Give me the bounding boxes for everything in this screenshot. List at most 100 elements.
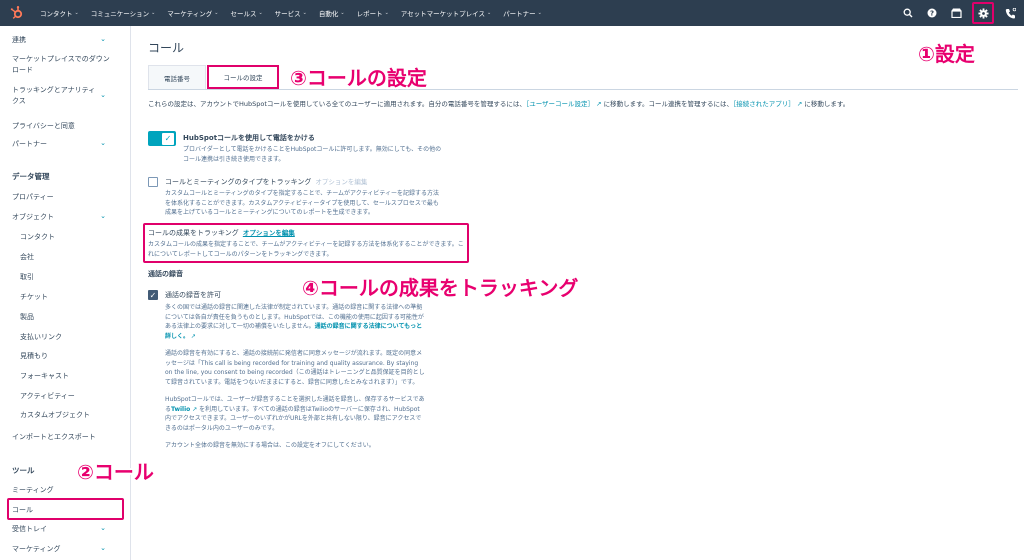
hubspot-logo-icon[interactable] — [0, 0, 34, 26]
sidebar-item-payment-links[interactable]: 支払いリンク — [20, 332, 62, 343]
calling-icon[interactable] — [1002, 5, 1018, 21]
annotation-calling-settings: ③コールの設定 — [290, 66, 427, 90]
sidebar-item-properties[interactable]: プロパティー — [12, 192, 54, 203]
sidebar-item-objects[interactable]: オブジェクト — [12, 212, 54, 223]
nav-sales[interactable]: セールス ⌄ — [224, 0, 268, 26]
description-text: これらの設定は、アカウントでHubSpotコールを使用している全てのユーザーに適… — [148, 100, 526, 108]
setting-subtitle: カスタムコールの成果を指定することで、チームがアクティビティーを記録する方法を体… — [148, 241, 464, 258]
external-link-icon: ↗ — [594, 100, 604, 108]
settings-icon[interactable] — [972, 2, 994, 24]
external-link-icon: ↗ — [190, 405, 200, 413]
chevron-down-icon[interactable]: ⌄ — [100, 212, 106, 220]
sidebar-item-meetings[interactable]: ミーティング — [12, 485, 54, 496]
connected-apps-link[interactable]: ［接続されたアプリ］ — [733, 100, 795, 108]
sidebar-item-quotes[interactable]: 見積もり — [20, 351, 48, 362]
chevron-down-icon: ⌄ — [340, 10, 345, 16]
setting-allow-recording: 通話の録音を許可 多くの国では通話の録音に関連した法律が制定されています。通話の… — [165, 290, 425, 451]
sidebar-item-integrations[interactable]: 連携 — [12, 35, 26, 46]
tools-heading: ツール — [12, 466, 35, 475]
nav-label: コミュニケーション — [90, 10, 150, 18]
nav-label: コンタクト — [40, 10, 73, 18]
tab-calling-settings[interactable]: コールの設定 — [207, 65, 279, 89]
nav-label: 自動化 — [318, 10, 339, 18]
hubspot-calling-toggle[interactable]: ✓ — [148, 131, 176, 146]
svg-text:?: ? — [930, 10, 934, 18]
sidebar-item-products[interactable]: 製品 — [20, 312, 34, 323]
nav-contacts[interactable]: コンタクト ⌄ — [34, 0, 85, 26]
disable-recording-text: アカウント全体の録音を無効にする場合は、この設定をオフにしてください。 — [165, 442, 375, 449]
nav-label: セールス — [230, 10, 257, 18]
nav-service[interactable]: サービス ⌄ — [269, 0, 313, 26]
calling-highlight-box — [7, 498, 124, 520]
marketplace-icon[interactable] — [948, 5, 964, 21]
sidebar-item-label: プライバシーと同意 — [12, 122, 75, 130]
nav-conversations[interactable]: コミュニケーション ⌄ — [85, 0, 162, 26]
chevron-down-icon[interactable]: ⌄ — [100, 35, 106, 43]
sidebar-item-activities[interactable]: アクティビティー — [20, 391, 75, 402]
top-nav: コンタクト ⌄ コミュニケーション ⌄ マーケティング ⌄ セールス ⌄ サービス ⌄ 自… — [0, 0, 1024, 26]
data-management-heading: データ管理 — [12, 172, 50, 181]
nav-label: マーケティング — [167, 10, 213, 18]
chevron-down-icon[interactable]: ⌄ — [100, 544, 106, 552]
sidebar-item-deals[interactable]: 取引 — [20, 272, 34, 283]
sidebar-item-label: トラッキングとアナリティクス — [12, 86, 96, 105]
sidebar-item-label: マーケットプレイスでのダウンロード — [12, 55, 110, 74]
annotation-calling: ②コール — [77, 460, 154, 484]
sidebar-item-forecast[interactable]: フォーキャスト — [20, 371, 69, 382]
nav-automation[interactable]: 自動化 ⌄ — [313, 0, 351, 26]
section-heading: 通話の録音 — [148, 270, 183, 278]
chevron-down-icon[interactable]: ⌄ — [100, 139, 106, 147]
call-meeting-type-checkbox[interactable] — [148, 177, 158, 187]
allow-recording-checkbox[interactable]: ✓ — [148, 290, 158, 300]
setting-hubspot-calling: HubSpotコールを使用して電話をかける プロバイダーとして電話をかけることを… — [183, 133, 443, 164]
annotation-call-outcomes: ④コールの成果をトラッキング — [302, 276, 579, 300]
search-icon[interactable] — [900, 5, 916, 21]
nav-label: パートナー — [503, 10, 536, 18]
chevron-down-icon: ⌄ — [258, 10, 263, 16]
nav-asset-marketplace[interactable]: アセットマーケットプレイス ⌄ — [395, 0, 497, 26]
twilio-link[interactable]: Twilio — [171, 406, 190, 413]
recording-section-heading: 通話の録音 — [148, 269, 183, 279]
sidebar-item-marketing[interactable]: マーケティング — [12, 544, 60, 555]
chevron-down-icon[interactable]: ⌄ — [100, 524, 106, 532]
external-link-icon: ↗ — [794, 100, 805, 108]
sidebar-item-tickets[interactable]: チケット — [20, 292, 48, 303]
nav-label: アセットマーケットプレイス — [400, 10, 485, 18]
nav-reports[interactable]: レポート ⌄ — [351, 0, 395, 26]
sidebar-item-label: パートナー — [12, 140, 47, 148]
chevron-down-icon: ⌄ — [302, 10, 307, 16]
chevron-down-icon: ⌄ — [537, 10, 542, 16]
sidebar-item-import-export[interactable]: インポートとエクスポート — [12, 432, 96, 443]
page-title: コール — [148, 41, 185, 55]
sidebar-item-companies[interactable]: 会社 — [20, 252, 34, 263]
setting-call-meeting-types: コールとミーティングのタイプをトラッキング オプションを編集 カスタムコールとミ… — [165, 176, 440, 218]
sidebar-item-tracking-analytics[interactable]: トラッキングとアナリティクス — [12, 85, 102, 107]
nav-marketing[interactable]: マーケティング ⌄ — [161, 0, 224, 26]
edit-options-link[interactable]: オプションを編集 — [315, 178, 367, 186]
sidebar-item-marketplace-downloads[interactable]: マーケットプレイスでのダウンロード — [12, 54, 112, 76]
sidebar-item-partner[interactable]: パートナー — [12, 139, 47, 150]
sidebar-item-privacy-consent[interactable]: プライバシーと同意 — [12, 121, 75, 132]
tab-phone-numbers[interactable]: 電話番号 — [148, 65, 206, 89]
sidebar-item-custom-objects[interactable]: カスタムオブジェクト — [20, 410, 90, 421]
nav-partner[interactable]: パートナー ⌄ — [497, 0, 548, 26]
setting-title: HubSpotコールを使用して電話をかける — [183, 134, 315, 142]
twilio-text: を利用しています。すべての通話の録音はTwilioのサーバーに保存され、HubS… — [165, 405, 422, 432]
chevron-down-icon: ⌄ — [74, 10, 79, 16]
chevron-down-icon[interactable]: ⌄ — [100, 91, 106, 99]
sidebar-item-inbox[interactable]: 受信トレイ — [12, 524, 47, 535]
annotation-settings: ①設定 — [918, 42, 975, 66]
chevron-down-icon: ⌄ — [214, 10, 219, 16]
chevron-down-icon: ⌄ — [151, 10, 156, 16]
user-calling-settings-link[interactable]: ［ユーザーコール設定］ — [526, 100, 594, 108]
sidebar-item-contacts[interactable]: コンタクト — [20, 232, 55, 243]
tab-divider — [148, 89, 1018, 90]
edit-options-link[interactable]: オプションを編集 — [243, 229, 295, 237]
setting-title: コールの成果をトラッキング — [148, 229, 239, 237]
description-text: に移動します。コール連携を管理するには、 — [603, 100, 734, 108]
description-text: に移動します。 — [804, 100, 850, 108]
help-icon[interactable]: ? — [924, 5, 940, 21]
chevron-down-icon: ⌄ — [384, 10, 389, 16]
consent-message-text: 通話の録音を有効にすると、通話の接続前に発信者に同意メッセージが流れます。既定の… — [165, 350, 425, 386]
nav-label: レポート — [356, 10, 383, 18]
